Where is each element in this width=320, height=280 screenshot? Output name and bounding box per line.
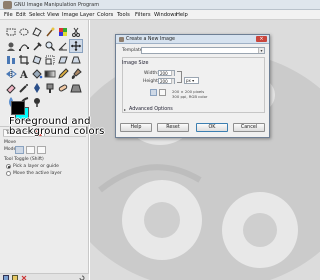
height-value: 200 <box>160 79 168 84</box>
ellipse-select-tool-icon[interactable] <box>18 26 30 38</box>
dialog-close-icon[interactable]: × <box>256 36 267 42</box>
reset-options-icon[interactable] <box>79 275 85 280</box>
tool-options-body: Move Mode: Tool Toggle (Shift) Pick a la… <box>3 136 86 185</box>
blend-tool-icon[interactable] <box>44 68 56 80</box>
scale-tool-icon[interactable] <box>44 54 56 66</box>
cancel-button[interactable]: Cancel <box>233 123 265 132</box>
svg-text:A: A <box>19 70 28 80</box>
advanced-options-expander[interactable]: Advanced Options <box>129 107 173 112</box>
fuzzy-select-tool-icon[interactable] <box>44 26 56 38</box>
menu-windows[interactable]: Windows <box>154 12 177 18</box>
tool-options-panel: Tool Options × Move Mode: Tool Toggle (Sh… <box>0 126 89 280</box>
eraser-tool-icon[interactable] <box>5 82 17 94</box>
menu-colors[interactable]: Colors <box>97 12 113 18</box>
app-title: GNU Image Manipulation Program <box>14 2 100 8</box>
chevron-down-icon: ▾ <box>258 48 264 53</box>
mode-path-button[interactable] <box>37 146 46 154</box>
height-label: Height: <box>143 79 160 84</box>
app-titlebar: GNU Image Manipulation Program <box>0 0 320 10</box>
expander-arrow-icon[interactable]: ▸ <box>124 107 126 112</box>
paintbrush-tool-icon[interactable] <box>70 68 82 80</box>
ok-button[interactable]: OK <box>196 123 228 132</box>
image-size-heading: Image Size <box>122 61 149 66</box>
flip-tool-icon[interactable] <box>5 68 17 80</box>
perspective-clone-tool-icon[interactable] <box>70 82 82 94</box>
width-input[interactable]: 200 <box>158 70 175 76</box>
unit-value: px <box>186 78 191 83</box>
template-dropdown[interactable]: ▾ <box>141 47 265 54</box>
restore-options-icon[interactable] <box>12 275 18 280</box>
heal-tool-icon[interactable] <box>57 82 69 94</box>
pick-layer-radio[interactable] <box>6 164 11 169</box>
gimp-app-icon <box>3 1 12 9</box>
image-resolution-info: 300 ppi, RGB color <box>172 94 208 99</box>
landscape-orientation-icon[interactable] <box>159 89 166 96</box>
height-input[interactable]: 200 <box>158 78 175 84</box>
new-image-dialog: Create a New Image × Template: ▾ Image S… <box>115 34 270 138</box>
measure-tool-icon[interactable] <box>57 40 69 52</box>
pick-layer-label: Pick a layer or guide <box>13 164 59 169</box>
menu-edit[interactable]: Edit <box>16 12 26 18</box>
tool-name: Move <box>4 140 17 145</box>
move-active-layer-label: Move the active layer <box>13 171 62 176</box>
move-tool-icon[interactable] <box>69 39 83 53</box>
mode-selection-button[interactable] <box>26 146 35 154</box>
foreground-color-swatch[interactable] <box>11 101 25 115</box>
perspective-tool-icon[interactable] <box>70 54 82 66</box>
chain-link-icon[interactable] <box>177 71 182 83</box>
menu-file[interactable]: File <box>4 12 13 18</box>
tool-options-footer <box>0 273 89 280</box>
crop-tool-icon[interactable] <box>18 54 30 66</box>
menu-tools[interactable]: Tools <box>117 12 130 18</box>
colors-annotation: Foreground and background colors <box>9 117 105 137</box>
bucket-fill-tool-icon[interactable] <box>31 68 43 80</box>
rotate-tool-icon[interactable] <box>31 54 43 66</box>
mode-layer-button[interactable] <box>15 146 24 154</box>
pencil-tool-icon[interactable] <box>57 68 69 80</box>
dodge-burn-tool-icon[interactable] <box>31 96 43 108</box>
reset-button[interactable]: Reset <box>157 123 189 132</box>
shear-tool-icon[interactable] <box>57 54 69 66</box>
align-tool-icon[interactable] <box>5 54 17 66</box>
menu-image[interactable]: Image <box>62 12 78 18</box>
dialog-titlebar[interactable]: Create a New Image × <box>116 35 269 44</box>
delete-options-icon[interactable] <box>21 275 27 280</box>
save-options-icon[interactable] <box>3 275 9 280</box>
annotation-line-2: background colors <box>9 126 105 137</box>
menu-bar: File Edit Select View Image Layer Colors… <box>0 10 320 20</box>
move-active-layer-radio[interactable] <box>6 171 11 176</box>
help-button[interactable]: Help <box>120 123 152 132</box>
width-value: 200 <box>160 71 168 76</box>
width-spin-icon[interactable] <box>171 71 174 76</box>
dialog-title: Create a New Image <box>126 37 175 42</box>
unit-dropdown[interactable]: px ▾ <box>184 77 199 84</box>
width-label: Width: <box>144 71 159 76</box>
ink-tool-icon[interactable] <box>31 82 43 94</box>
paths-tool-icon[interactable] <box>18 40 30 52</box>
menu-layer[interactable]: Layer <box>80 12 94 18</box>
rect-select-tool-icon[interactable] <box>5 26 17 38</box>
foreground-select-tool-icon[interactable] <box>5 40 17 52</box>
select-by-color-tool-icon[interactable] <box>57 26 69 38</box>
scissors-tool-icon[interactable] <box>70 26 82 38</box>
menu-filters[interactable]: Filters <box>135 12 151 18</box>
text-tool-icon[interactable]: A <box>18 68 30 80</box>
tool-toggle-label: Tool Toggle (Shift) <box>4 157 44 162</box>
menu-view[interactable]: View <box>47 12 59 18</box>
menu-help[interactable]: Help <box>176 12 188 18</box>
zoom-tool-icon[interactable] <box>44 40 56 52</box>
airbrush-tool-icon[interactable] <box>18 82 30 94</box>
color-picker-tool-icon[interactable] <box>31 40 43 52</box>
menu-select[interactable]: Select <box>29 12 45 18</box>
portrait-orientation-icon[interactable] <box>150 89 157 96</box>
dialog-app-icon <box>119 37 124 42</box>
height-spin-icon[interactable] <box>171 79 174 84</box>
clone-tool-icon[interactable] <box>44 82 56 94</box>
free-select-tool-icon[interactable] <box>31 26 43 38</box>
